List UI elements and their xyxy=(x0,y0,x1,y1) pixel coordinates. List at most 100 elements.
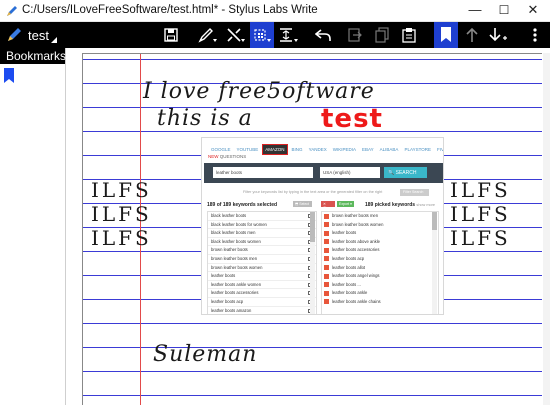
list-item: brown leather boots men xyxy=(322,212,438,221)
embedded-tab: BING xyxy=(291,146,303,152)
minimize-button[interactable]: — xyxy=(461,0,489,22)
handwriting-ilfs-left-2: ILFS xyxy=(91,202,152,226)
next-page-button[interactable] xyxy=(486,22,510,48)
embedded-tab: PLAYSTORE xyxy=(404,146,432,152)
handwriting-line-1: I love free5oftware xyxy=(143,79,375,104)
embedded-search-input: leather boots xyxy=(213,167,313,178)
bookmark-icon xyxy=(441,27,451,42)
embedded-tab: FIVERR xyxy=(437,146,444,152)
cut-icon xyxy=(348,28,362,42)
notebook-page[interactable]: I love free5oftware this is a test ILFS … xyxy=(82,53,542,405)
list-item: leather boots angel wings xyxy=(322,272,438,281)
bookmark-marker-icon[interactable] xyxy=(4,68,14,83)
paste-icon xyxy=(402,28,416,43)
save-icon xyxy=(164,28,178,42)
app-pen-icon xyxy=(7,6,17,16)
embedded-left-scrollbar xyxy=(310,212,315,314)
document-menu[interactable]: test xyxy=(6,22,57,48)
handwriting-ilfs-left-1: ILFS xyxy=(91,178,152,202)
list-item: leather boots accessories xyxy=(322,246,438,255)
bookmark-button[interactable] xyxy=(434,22,458,48)
list-item: leather boots above ankle xyxy=(322,238,438,247)
previous-page-button[interactable] xyxy=(461,22,483,48)
list-item: leather boots amazon xyxy=(208,307,316,314)
list-item: leather boots acp xyxy=(208,298,316,307)
title-bar: C:/Users/ILoveFreeSoftware/test.html* - … xyxy=(0,0,550,22)
eraser-icon xyxy=(227,28,245,42)
list-item: leather boots ankle xyxy=(322,289,438,298)
document-name: test xyxy=(28,27,49,43)
embedded-left-list: black leather boots black leather boots … xyxy=(207,211,317,314)
page-scrollbar[interactable] xyxy=(543,53,550,405)
embedded-hint: Filter your keywords list by typing in t… xyxy=(243,190,383,194)
arrow-down-add-icon xyxy=(489,28,507,42)
list-item: leather boots allot xyxy=(322,264,438,273)
undo-button[interactable] xyxy=(312,22,334,48)
maximize-button[interactable]: ☐ xyxy=(490,0,518,22)
embedded-right-scrollbar xyxy=(432,212,437,314)
list-item: black leather boots xyxy=(208,212,316,221)
list-item: brown leather boots men xyxy=(208,255,316,264)
stylus-labs-write-window: C:/Users/ILoveFreeSoftware/test.html* - … xyxy=(0,0,550,405)
embedded-right-list: brown leather boots men brown leather bo… xyxy=(321,211,439,314)
list-item: leather boots ankle women xyxy=(208,281,316,290)
handwriting-ilfs-left-3: ILFS xyxy=(91,226,152,250)
list-item: black leather boots women xyxy=(208,238,316,247)
copy-button[interactable] xyxy=(371,22,393,48)
list-item: black leather boots for women xyxy=(208,221,316,230)
eraser-tool-button[interactable] xyxy=(224,22,248,48)
list-item: brown leather boots xyxy=(208,246,316,255)
pen-tool-button[interactable] xyxy=(196,22,220,48)
handwriting-red-word: test xyxy=(321,104,383,134)
pen-icon xyxy=(198,28,217,43)
copy-icon xyxy=(375,27,389,43)
handwriting-ilfs-right-3: ILFS xyxy=(450,226,511,250)
list-item: leather boots xyxy=(208,272,316,281)
toolbar: test xyxy=(0,22,550,48)
save-button[interactable] xyxy=(160,22,182,48)
list-item: leather boots acp xyxy=(322,255,438,264)
handwriting-line-2: this is a xyxy=(157,106,253,131)
list-item: leather boots accessories xyxy=(208,289,316,298)
embedded-tab: YANDEX xyxy=(308,146,327,152)
list-item: leather boots ankle chains xyxy=(322,298,438,307)
embedded-tab: GOOGLE xyxy=(211,146,231,152)
list-item: leather boots ... xyxy=(322,281,438,290)
embedded-screenshot[interactable]: GOOGLE YOUTUBE AMAZON BING YANDEX WIKIPE… xyxy=(201,137,444,315)
embedded-tab: ALIBABA xyxy=(379,146,399,152)
handwriting-ilfs-right-1: ILFS xyxy=(450,178,511,202)
embedded-left-chip: ⬒ Select xyxy=(293,201,312,207)
selection-icon xyxy=(254,29,271,42)
list-item: black leather boots men xyxy=(208,229,316,238)
embedded-search-button: 🔍 SEARCH xyxy=(384,167,427,178)
embedded-right-header: 189 picked keywords show more xyxy=(365,202,435,208)
embedded-tab-active: AMAZON xyxy=(262,143,288,155)
dropdown-corner-icon xyxy=(50,37,57,43)
embedded-left-header: 189 of 189 keywords selected xyxy=(207,202,278,208)
embedded-tab: EBAY xyxy=(362,146,374,152)
bookmarks-header: Bookmarks xyxy=(0,48,66,64)
overflow-menu-button[interactable] xyxy=(526,22,544,48)
embedded-clear-chip: ✕ Clear xyxy=(321,201,335,210)
handwriting-signature: Suleman xyxy=(153,342,258,367)
pen-doc-icon xyxy=(8,28,21,41)
cut-button[interactable] xyxy=(344,22,366,48)
embedded-subtabs: NEW QUESTIONS xyxy=(208,154,247,159)
page-gutter xyxy=(66,48,82,405)
embedded-tab: YOUTUBE xyxy=(236,146,259,152)
bookmarks-panel: Bookmarks xyxy=(0,48,66,405)
list-item: brown leather boots women xyxy=(208,264,316,273)
embedded-search-bar: leather boots USA (english) 🔍 SEARCH xyxy=(204,163,443,183)
list-item: brown leather boots women xyxy=(322,221,438,230)
insert-space-icon xyxy=(280,28,298,42)
more-vertical-icon xyxy=(533,28,537,42)
embedded-tab: WIKIPEDIA xyxy=(332,146,356,152)
embedded-region-select: USA (english) xyxy=(320,167,380,178)
paste-button[interactable] xyxy=(398,22,420,48)
select-tool-button[interactable] xyxy=(250,22,274,48)
embedded-export-chip: Export ▾ xyxy=(337,201,354,207)
insert-space-button[interactable] xyxy=(277,22,301,48)
close-button[interactable]: ✕ xyxy=(519,0,547,22)
embedded-filter-button: Filter Search xyxy=(400,189,429,196)
list-item: leather boots xyxy=(322,229,438,238)
